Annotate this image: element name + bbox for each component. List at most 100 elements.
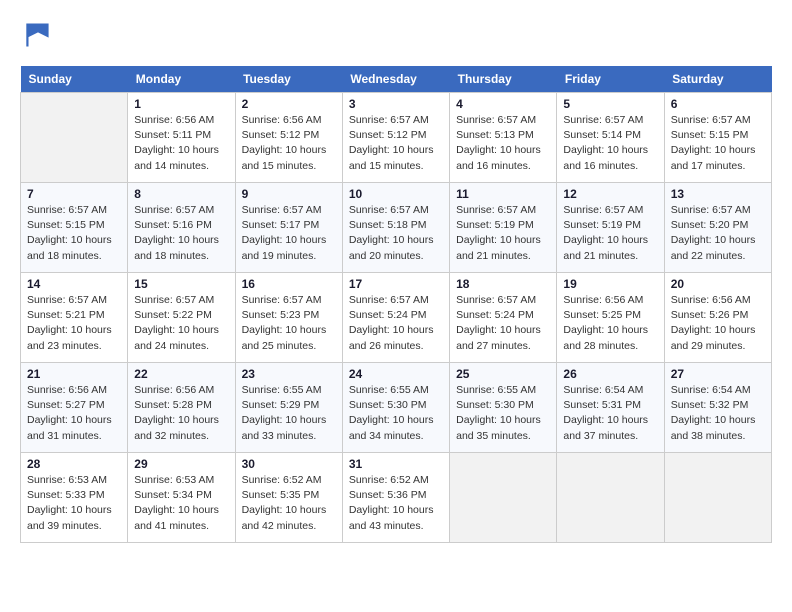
calendar-cell: 12 Sunrise: 6:57 AMSunset: 5:19 PMDayligh… bbox=[557, 183, 664, 273]
calendar-cell: 14Sunrise: 6:57 AMSunset: 5:21 PMDayligh… bbox=[21, 273, 128, 363]
calendar-cell bbox=[664, 453, 771, 543]
calendar-cell: 23 Sunrise: 6:55 AMSunset: 5:29 PMDayligh… bbox=[235, 363, 342, 453]
page-header bbox=[20, 20, 772, 50]
calendar-cell bbox=[557, 453, 664, 543]
calendar-cell: 24Sunrise: 6:55 AMSunset: 5:30 PMDayligh… bbox=[342, 363, 449, 453]
day-number: 13 bbox=[671, 187, 765, 201]
calendar-table: SundayMondayTuesdayWednesdayThursdayFrid… bbox=[20, 66, 772, 543]
day-number: 6 bbox=[671, 97, 765, 111]
calendar-header-row: SundayMondayTuesdayWednesdayThursdayFrid… bbox=[21, 66, 772, 93]
day-number: 30 bbox=[242, 457, 336, 471]
cell-info: Sunrise: 6:56 AMSunset: 5:11 PMDaylight:… bbox=[134, 113, 228, 174]
cell-info: Sunrise: 6:56 AMSunset: 5:25 PMDaylight:… bbox=[563, 293, 657, 354]
logo-icon bbox=[20, 20, 56, 50]
calendar-cell: 13Sunrise: 6:57 AMSunset: 5:20 PMDayligh… bbox=[664, 183, 771, 273]
day-number: 22 bbox=[134, 367, 228, 381]
cell-info: Sunrise: 6:54 AMSunset: 5:32 PMDaylight:… bbox=[671, 383, 765, 444]
cell-info: Sunrise: 6:57 AMSunset: 5:15 PMDaylight:… bbox=[671, 113, 765, 174]
cell-info: Sunrise: 6:56 AMSunset: 5:12 PMDaylight:… bbox=[242, 113, 336, 174]
day-number: 12 bbox=[563, 187, 657, 201]
calendar-cell: 28 Sunrise: 6:53 AMSunset: 5:33 PMDayligh… bbox=[21, 453, 128, 543]
calendar-cell: 1 Sunrise: 6:56 AMSunset: 5:11 PMDaylight… bbox=[128, 93, 235, 183]
calendar-cell: 22 Sunrise: 6:56 AMSunset: 5:28 PMDayligh… bbox=[128, 363, 235, 453]
calendar-cell: 11 Sunrise: 6:57 AMSunset: 5:19 PMDayligh… bbox=[450, 183, 557, 273]
header-thursday: Thursday bbox=[450, 66, 557, 93]
calendar-cell: 29 Sunrise: 6:53 AMSunset: 5:34 PMDayligh… bbox=[128, 453, 235, 543]
day-number: 29 bbox=[134, 457, 228, 471]
cell-info: Sunrise: 6:57 AMSunset: 5:19 PMDaylight:… bbox=[456, 203, 550, 264]
day-number: 26 bbox=[563, 367, 657, 381]
calendar-cell: 7 Sunrise: 6:57 AMSunset: 5:15 PMDaylight… bbox=[21, 183, 128, 273]
cell-info: Sunrise: 6:57 AMSunset: 5:19 PMDaylight:… bbox=[563, 203, 657, 264]
cell-info: Sunrise: 6:54 AMSunset: 5:31 PMDaylight:… bbox=[563, 383, 657, 444]
day-number: 1 bbox=[134, 97, 228, 111]
header-sunday: Sunday bbox=[21, 66, 128, 93]
calendar-cell: 20 Sunrise: 6:56 AMSunset: 5:26 PMDayligh… bbox=[664, 273, 771, 363]
cell-info: Sunrise: 6:57 AMSunset: 5:12 PMDaylight:… bbox=[349, 113, 443, 174]
day-number: 2 bbox=[242, 97, 336, 111]
day-number: 3 bbox=[349, 97, 443, 111]
calendar-cell: 10 Sunrise: 6:57 AMSunset: 5:18 PMDayligh… bbox=[342, 183, 449, 273]
calendar-cell: 17 Sunrise: 6:57 AMSunset: 5:24 PMDayligh… bbox=[342, 273, 449, 363]
day-number: 17 bbox=[349, 277, 443, 291]
cell-info: Sunrise: 6:57 AMSunset: 5:24 PMDaylight:… bbox=[349, 293, 443, 354]
calendar-week-3: 14Sunrise: 6:57 AMSunset: 5:21 PMDayligh… bbox=[21, 273, 772, 363]
cell-info: Sunrise: 6:56 AMSunset: 5:26 PMDaylight:… bbox=[671, 293, 765, 354]
cell-info: Sunrise: 6:57 AMSunset: 5:15 PMDaylight:… bbox=[27, 203, 121, 264]
header-saturday: Saturday bbox=[664, 66, 771, 93]
day-number: 8 bbox=[134, 187, 228, 201]
day-number: 31 bbox=[349, 457, 443, 471]
calendar-cell: 5 Sunrise: 6:57 AMSunset: 5:14 PMDaylight… bbox=[557, 93, 664, 183]
cell-info: Sunrise: 6:55 AMSunset: 5:30 PMDaylight:… bbox=[456, 383, 550, 444]
cell-info: Sunrise: 6:57 AMSunset: 5:23 PMDaylight:… bbox=[242, 293, 336, 354]
calendar-cell: 4 Sunrise: 6:57 AMSunset: 5:13 PMDaylight… bbox=[450, 93, 557, 183]
calendar-cell: 26 Sunrise: 6:54 AMSunset: 5:31 PMDayligh… bbox=[557, 363, 664, 453]
day-number: 4 bbox=[456, 97, 550, 111]
calendar-cell: 2 Sunrise: 6:56 AMSunset: 5:12 PMDaylight… bbox=[235, 93, 342, 183]
day-number: 27 bbox=[671, 367, 765, 381]
day-number: 21 bbox=[27, 367, 121, 381]
day-number: 9 bbox=[242, 187, 336, 201]
calendar-cell: 15Sunrise: 6:57 AMSunset: 5:22 PMDayligh… bbox=[128, 273, 235, 363]
calendar-cell: 16 Sunrise: 6:57 AMSunset: 5:23 PMDayligh… bbox=[235, 273, 342, 363]
header-tuesday: Tuesday bbox=[235, 66, 342, 93]
header-wednesday: Wednesday bbox=[342, 66, 449, 93]
cell-info: Sunrise: 6:52 AMSunset: 5:35 PMDaylight:… bbox=[242, 473, 336, 534]
calendar-cell bbox=[21, 93, 128, 183]
cell-info: Sunrise: 6:55 AMSunset: 5:29 PMDaylight:… bbox=[242, 383, 336, 444]
cell-info: Sunrise: 6:57 AMSunset: 5:14 PMDaylight:… bbox=[563, 113, 657, 174]
day-number: 24 bbox=[349, 367, 443, 381]
day-number: 15 bbox=[134, 277, 228, 291]
day-number: 28 bbox=[27, 457, 121, 471]
day-number: 16 bbox=[242, 277, 336, 291]
cell-info: Sunrise: 6:57 AMSunset: 5:13 PMDaylight:… bbox=[456, 113, 550, 174]
calendar-week-4: 21 Sunrise: 6:56 AMSunset: 5:27 PMDayligh… bbox=[21, 363, 772, 453]
calendar-cell: 8 Sunrise: 6:57 AMSunset: 5:16 PMDaylight… bbox=[128, 183, 235, 273]
calendar-cell: 21 Sunrise: 6:56 AMSunset: 5:27 PMDayligh… bbox=[21, 363, 128, 453]
cell-info: Sunrise: 6:53 AMSunset: 5:34 PMDaylight:… bbox=[134, 473, 228, 534]
cell-info: Sunrise: 6:52 AMSunset: 5:36 PMDaylight:… bbox=[349, 473, 443, 534]
day-number: 20 bbox=[671, 277, 765, 291]
day-number: 18 bbox=[456, 277, 550, 291]
day-number: 25 bbox=[456, 367, 550, 381]
cell-info: Sunrise: 6:57 AMSunset: 5:17 PMDaylight:… bbox=[242, 203, 336, 264]
day-number: 10 bbox=[349, 187, 443, 201]
day-number: 5 bbox=[563, 97, 657, 111]
cell-info: Sunrise: 6:57 AMSunset: 5:21 PMDaylight:… bbox=[27, 293, 121, 354]
calendar-cell: 18Sunrise: 6:57 AMSunset: 5:24 PMDayligh… bbox=[450, 273, 557, 363]
cell-info: Sunrise: 6:57 AMSunset: 5:16 PMDaylight:… bbox=[134, 203, 228, 264]
cell-info: Sunrise: 6:56 AMSunset: 5:28 PMDaylight:… bbox=[134, 383, 228, 444]
day-number: 7 bbox=[27, 187, 121, 201]
header-monday: Monday bbox=[128, 66, 235, 93]
calendar-cell: 19Sunrise: 6:56 AMSunset: 5:25 PMDayligh… bbox=[557, 273, 664, 363]
calendar-cell: 6 Sunrise: 6:57 AMSunset: 5:15 PMDaylight… bbox=[664, 93, 771, 183]
cell-info: Sunrise: 6:57 AMSunset: 5:18 PMDaylight:… bbox=[349, 203, 443, 264]
cell-info: Sunrise: 6:56 AMSunset: 5:27 PMDaylight:… bbox=[27, 383, 121, 444]
day-number: 11 bbox=[456, 187, 550, 201]
cell-info: Sunrise: 6:53 AMSunset: 5:33 PMDaylight:… bbox=[27, 473, 121, 534]
calendar-cell: 31 Sunrise: 6:52 AMSunset: 5:36 PMDayligh… bbox=[342, 453, 449, 543]
header-friday: Friday bbox=[557, 66, 664, 93]
day-number: 23 bbox=[242, 367, 336, 381]
calendar-week-2: 7 Sunrise: 6:57 AMSunset: 5:15 PMDaylight… bbox=[21, 183, 772, 273]
calendar-cell bbox=[450, 453, 557, 543]
